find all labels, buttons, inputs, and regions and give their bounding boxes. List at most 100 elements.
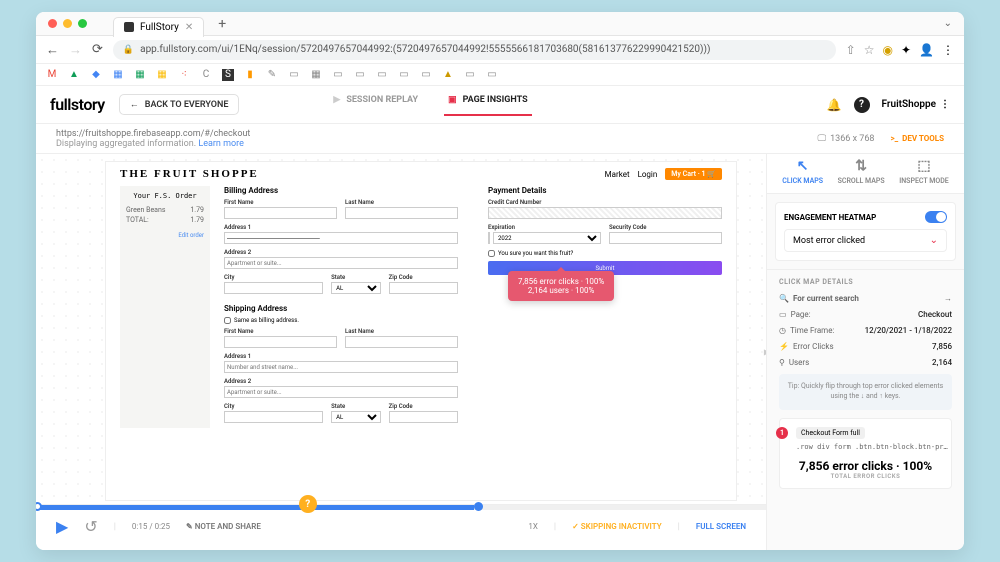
url-field[interactable]: 🔒 app.fullstory.com/ui/1ENq/session/5720… <box>113 40 836 60</box>
bookmark-icon[interactable]: ▭ <box>376 69 388 81</box>
chevron-down-icon[interactable]: ⌄ <box>944 18 952 29</box>
app-header: fullstory ← BACK TO EVERYONE ▶ SESSION R… <box>36 86 964 124</box>
ship-city-input[interactable] <box>224 411 323 423</box>
bookmark-icon[interactable]: ✎ <box>266 69 278 81</box>
mode-scroll-maps[interactable]: ⇅SCROLL MAPS <box>838 158 885 185</box>
brand-title: THE FRUIT SHOPPE <box>120 168 259 180</box>
heatmap-dropdown[interactable]: Most error clicked ⌄ <box>784 229 947 252</box>
bookmark-icon[interactable]: C <box>200 69 212 81</box>
menu-icon[interactable]: ⋮ <box>942 43 954 57</box>
scroll-arrow-icon[interactable]: ▶ <box>764 348 766 357</box>
city-input[interactable] <box>224 282 323 294</box>
bookmark-icon[interactable]: ◆ <box>90 69 102 81</box>
edit-order-link[interactable]: Edit order <box>126 232 204 239</box>
rewind-button[interactable]: ↺ <box>84 517 97 536</box>
back-to-everyone-button[interactable]: ← BACK TO EVERYONE <box>119 94 240 115</box>
cart-button[interactable]: My Cart · 1 🛒 <box>665 168 722 180</box>
ship-zip-input[interactable] <box>389 411 458 423</box>
arrow-left-icon: ← <box>130 99 139 110</box>
help-icon[interactable]: ? <box>854 97 870 113</box>
timeline[interactable]: ? <box>36 505 766 510</box>
insights-panel: ↖CLICK MAPS ⇅SCROLL MAPS ⬚INSPECT MODE E… <box>766 154 964 550</box>
card-input[interactable] <box>488 207 722 219</box>
bookmark-icon[interactable]: ▭ <box>354 69 366 81</box>
bookmark-icon[interactable]: ▦ <box>156 69 168 81</box>
bell-icon[interactable]: 🔔 <box>827 98 842 112</box>
cvv-input[interactable] <box>609 232 722 244</box>
first-name-input[interactable] <box>224 207 337 219</box>
close-tab-icon[interactable]: ✕ <box>185 22 193 33</box>
exp-year-select[interactable]: 2022 <box>493 232 601 244</box>
speed-button[interactable]: 1X <box>528 522 538 531</box>
tab-page-insights[interactable]: ▣ PAGE INSIGHTS <box>448 95 528 115</box>
ship-last-name-input[interactable] <box>345 336 458 348</box>
bookmark-icon[interactable]: ▲ <box>68 69 80 81</box>
heatmap-toggle[interactable] <box>925 211 947 223</box>
bookmark-icon[interactable]: M <box>46 69 58 81</box>
forward-icon[interactable]: → <box>69 42 82 58</box>
exp-month-select[interactable]: 1 <box>488 232 490 244</box>
note-share-button[interactable]: ✎ NOTE AND SHARE <box>186 522 261 531</box>
maximize-window-icon[interactable] <box>78 19 87 28</box>
error-card[interactable]: 1 Checkout Form full .row div form .btn.… <box>779 418 952 489</box>
tab-session-replay[interactable]: ▶ SESSION REPLAY <box>333 95 418 115</box>
bookmarks-bar: M ▲ ◆ ▦ ▦ ▦ ⁖ C S ▮ ✎ ▭ ▦ ▭ ▭ ▭ ▭ ▭ ▲ ▭ … <box>36 64 964 86</box>
bookmark-icon[interactable]: ▮ <box>244 69 256 81</box>
skip-inactivity-button[interactable]: ✓ SKIPPING INACTIVITY <box>572 522 662 531</box>
bookmark-icon[interactable]: ▭ <box>398 69 410 81</box>
close-window-icon[interactable] <box>48 19 57 28</box>
last-name-input[interactable] <box>345 207 458 219</box>
bookmark-icon[interactable]: ▦ <box>134 69 146 81</box>
bookmark-icon[interactable]: ▦ <box>310 69 322 81</box>
mode-click-maps[interactable]: ↖CLICK MAPS <box>782 158 823 185</box>
back-icon[interactable]: ← <box>46 42 59 58</box>
mode-inspect[interactable]: ⬚INSPECT MODE <box>899 158 948 185</box>
ship-state-select[interactable]: AL <box>331 411 381 423</box>
timeline-playhead[interactable] <box>474 502 483 511</box>
bookmark-icon[interactable]: ▭ <box>486 69 498 81</box>
bookmark-icon[interactable]: ▭ <box>288 69 300 81</box>
minimize-window-icon[interactable] <box>63 19 72 28</box>
bookmark-icon[interactable]: ⁖ <box>178 69 190 81</box>
timeline-marker[interactable]: ? <box>299 495 317 513</box>
chevron-down-icon: ⌄ <box>930 235 938 246</box>
tab-title: FullStory <box>140 22 179 33</box>
address1-input[interactable] <box>224 232 458 244</box>
state-select[interactable]: AL <box>331 282 381 294</box>
user-menu[interactable]: FruitShoppe ⋮ <box>882 99 950 110</box>
play-button[interactable]: ▶ <box>56 517 68 536</box>
more-icon: ⋮ <box>940 99 950 110</box>
ship-address2-input[interactable] <box>224 386 458 398</box>
address-bar: ← → ⟳ 🔒 app.fullstory.com/ui/1ENq/sessio… <box>36 36 964 64</box>
new-tab-button[interactable]: + <box>218 16 226 32</box>
fullscreen-button[interactable]: FULL SCREEN <box>696 522 746 531</box>
star-icon[interactable]: ☆ <box>864 43 875 57</box>
share-icon[interactable]: ⇧ <box>846 43 856 57</box>
shipping-heading: Shipping Address <box>224 304 458 313</box>
bookmark-icon[interactable]: ▭ <box>464 69 476 81</box>
ship-address1-input[interactable] <box>224 361 458 373</box>
subtitle: Displaying aggregated information. <box>56 139 196 149</box>
browser-tab[interactable]: FullStory ✕ <box>113 17 204 37</box>
ship-first-name-input[interactable] <box>224 336 337 348</box>
bookmark-icon[interactable]: ▭ <box>420 69 432 81</box>
reload-icon[interactable]: ⟳ <box>92 42 103 57</box>
dev-tools-button[interactable]: >_ DEV TOOLS <box>890 134 944 143</box>
extensions-icon[interactable]: ✦ <box>901 43 911 57</box>
ext-icon-1[interactable]: ◉ <box>883 43 893 57</box>
address2-input[interactable] <box>224 257 458 269</box>
search-row[interactable]: 🔍For current search→ <box>779 294 952 303</box>
same-address-checkbox[interactable] <box>224 317 231 324</box>
bookmark-icon[interactable]: ▭ <box>332 69 344 81</box>
bookmark-icon[interactable]: ▲ <box>442 69 454 81</box>
zip-input[interactable] <box>389 282 458 294</box>
login-link[interactable]: Login <box>638 170 658 179</box>
learn-more-link[interactable]: Learn more <box>198 139 244 149</box>
confirm-checkbox[interactable] <box>488 250 495 257</box>
market-link[interactable]: Market <box>605 170 630 179</box>
logo: fullstory <box>50 95 105 114</box>
profile-icon[interactable]: 👤 <box>919 43 934 57</box>
order-title: Your F.S. Order <box>126 192 204 200</box>
bookmark-icon[interactable]: ▦ <box>112 69 124 81</box>
bookmark-icon[interactable]: S <box>222 69 234 81</box>
